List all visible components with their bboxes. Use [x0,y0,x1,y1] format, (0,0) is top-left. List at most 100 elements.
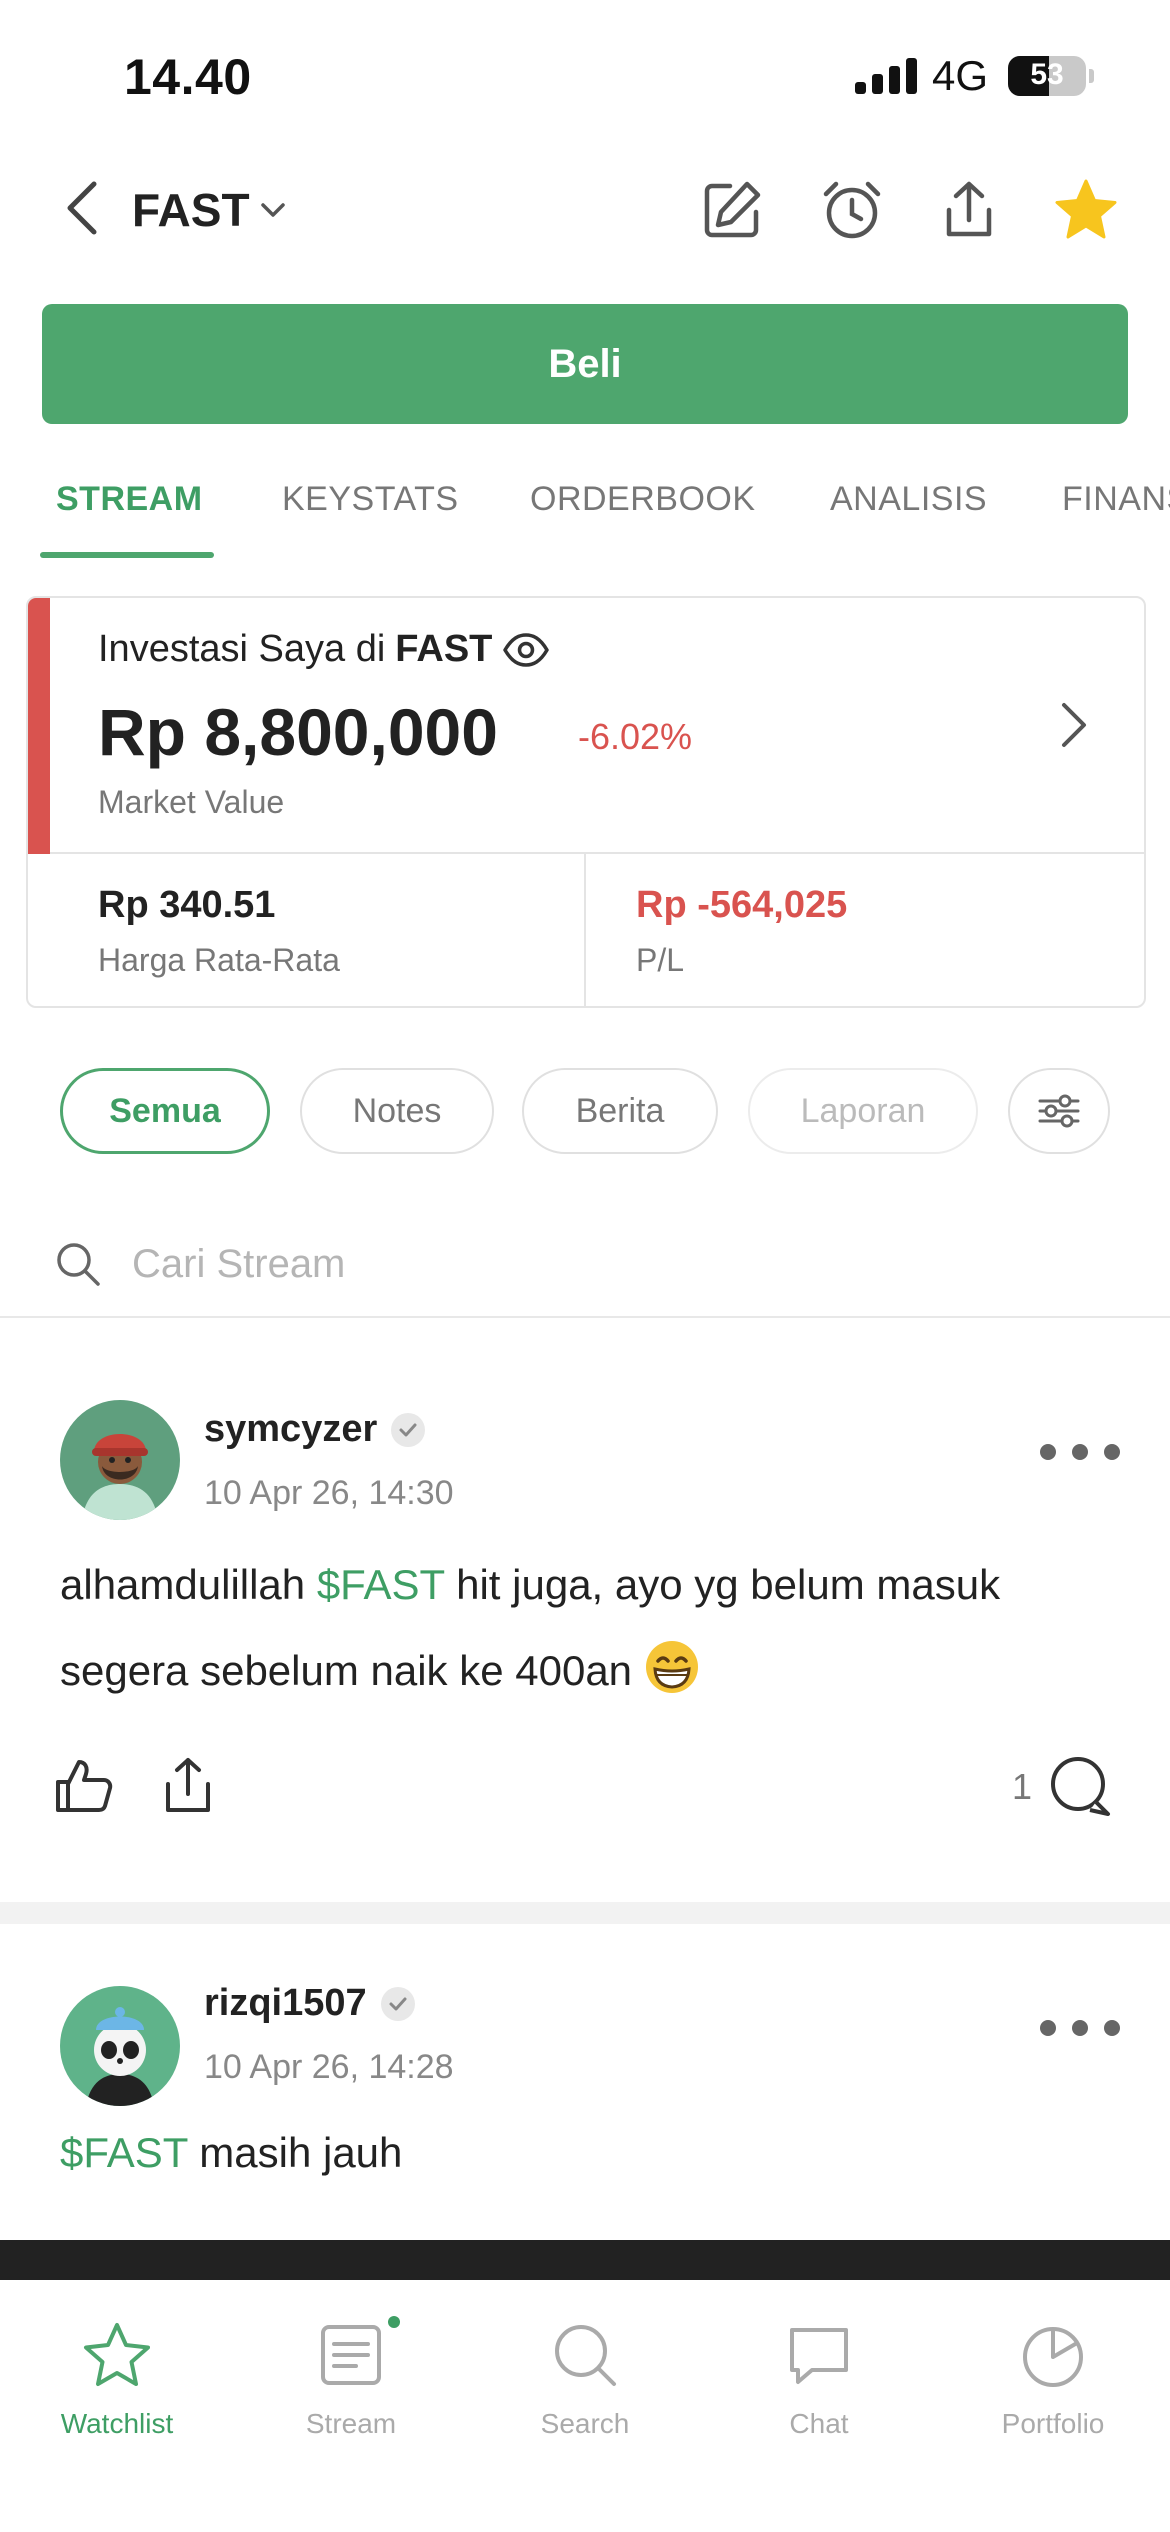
nav-chat[interactable]: Chat [702,2300,936,2470]
status-time: 14.40 [124,49,252,105]
username-text: symcyzer [204,1408,378,1450]
cashtag-link[interactable]: $FAST [60,2129,188,2176]
pl-value: Rp -564,025 [636,884,848,926]
avg-price-label: Harga Rata-Rata [98,942,340,978]
bottom-navigation: Watchlist Stream Search Chat Portfolio [0,2280,1170,2532]
market-value: Rp 8,800,000 [98,695,498,769]
battery-percent: 53 [1030,58,1064,91]
post-text-after: masih jauh [187,2129,403,2176]
nav-stream[interactable]: Stream [234,2300,468,2470]
filter-notes[interactable]: Notes [300,1068,494,1154]
post-content: $FAST masih jauh [60,2110,1120,2196]
nav-label: Stream [305,2408,397,2439]
filter-settings-button[interactable] [1008,1068,1110,1154]
investment-card[interactable]: Investasi Saya di FAST Rp 8,800,000 -6.0… [26,596,1146,1008]
alarm-button[interactable] [816,174,888,246]
nav-label: Search [540,2408,630,2439]
search-icon [555,2325,616,2386]
share-icon [946,181,992,237]
post-timestamp: 10 Apr 26, 14:28 [204,2048,454,2086]
edit-button[interactable] [696,174,768,246]
nav-label: Watchlist [60,2408,174,2439]
tab-stream[interactable]: STREAM [56,480,203,519]
buy-button[interactable]: Beli [42,304,1128,424]
nav-watchlist[interactable]: Watchlist [0,2300,234,2470]
filter-semua[interactable]: Semua [60,1068,270,1154]
star-icon [1055,179,1117,239]
ticker-selector[interactable]: FAST [132,178,286,242]
cashtag-link[interactable]: $FAST [317,1561,445,1608]
verified-icon [391,1412,426,1447]
stock-header: FAST [0,160,1170,260]
username-text: rizqi1507 [204,1982,367,2024]
chevron-down-icon [260,203,285,217]
investment-title-prefix: Investasi Saya di [98,628,386,670]
eye-icon[interactable] [502,632,550,667]
post-username[interactable]: rizqi1507 [204,1982,415,2025]
back-icon [67,181,97,235]
star-icon [84,2323,150,2386]
post-content: alhamdulillah $FAST hit juga, ayo yg bel… [60,1542,1120,1714]
investment-summary[interactable]: Investasi Saya di FAST Rp 8,800,000 -6.0… [28,598,1144,854]
nav-label: Chat [789,2408,849,2439]
tab-analisis[interactable]: ANALISIS [830,480,987,519]
investment-ticker: FAST [395,628,493,670]
stream-post[interactable]: rizqi1507 10 Apr 26, 14:28 $FAST masih j… [0,1924,1170,2240]
filter-chips: Semua Notes Berita Laporan [0,1068,1170,1154]
chat-icon [790,2328,848,2384]
share-post-icon[interactable] [156,1754,220,1818]
chevron-right-icon [1062,703,1086,747]
stream-search [0,1218,1170,1318]
alarm-icon [823,181,881,239]
more-options-button[interactable] [1040,1432,1120,1472]
stream-post[interactable]: symcyzer 10 Apr 26, 14:30 alhamdulillah … [0,1340,1170,1900]
nav-portfolio[interactable]: Portfolio [936,2300,1170,2470]
pie-chart-icon [1023,2327,1083,2387]
verified-icon [380,1986,415,2021]
post-text-before: alhamdulillah [60,1561,317,1608]
content-divider [0,2240,1170,2280]
favorite-button[interactable] [1050,174,1122,246]
grinning-emoji-icon [645,1641,698,1693]
status-bar: 14.40 4G 53 [0,0,1170,150]
network-type: 4G [932,52,989,99]
comment-count: 1 [1012,1766,1033,1807]
tab-bar: STREAM KEYSTATS ORDERBOOK ANALISIS FINAN… [0,462,1170,562]
avg-price-cell: Rp 340.51 Harga Rata-Rata [28,854,586,1006]
filter-laporan[interactable]: Laporan [748,1068,978,1154]
investment-detail-button[interactable] [1044,690,1104,760]
signal-icon [855,58,917,94]
tab-finansial[interactable]: FINANS [1062,480,1170,519]
market-value-change: -6.02% [578,716,693,757]
comment-icon[interactable] [1048,1754,1112,1818]
avatar[interactable] [60,1400,180,1520]
battery-tip [1089,69,1094,83]
loss-indicator-bar [28,598,50,854]
ticker-label: FAST [132,184,250,236]
tab-keystats[interactable]: KEYSTATS [282,480,459,519]
avatar[interactable] [60,1986,180,2106]
search-icon [57,1243,100,1286]
new-activity-dot [388,2316,400,2328]
more-options-button[interactable] [1040,2008,1120,2048]
nav-search[interactable]: Search [468,2300,702,2470]
post-username[interactable]: symcyzer [204,1408,426,1451]
post-separator [0,1902,1170,1924]
share-button[interactable] [933,174,1005,246]
avg-price-value: Rp 340.51 [98,884,276,926]
market-value-label: Market Value [98,784,285,820]
battery-icon: 53 [1008,56,1086,96]
back-button[interactable] [52,178,112,238]
filter-berita[interactable]: Berita [522,1068,718,1154]
sliders-icon [1038,1094,1080,1128]
post-timestamp: 10 Apr 26, 14:30 [204,1474,454,1512]
edit-icon [704,181,761,238]
nav-label: Portfolio [1001,2408,1105,2439]
like-icon[interactable] [52,1754,116,1818]
avatar-image [60,1400,180,1520]
stream-icon [321,2325,381,2385]
search-input[interactable] [132,1236,1032,1292]
investment-title: Investasi Saya di FAST [98,628,550,671]
active-tab-indicator [40,552,214,558]
tab-orderbook[interactable]: ORDERBOOK [530,480,756,519]
